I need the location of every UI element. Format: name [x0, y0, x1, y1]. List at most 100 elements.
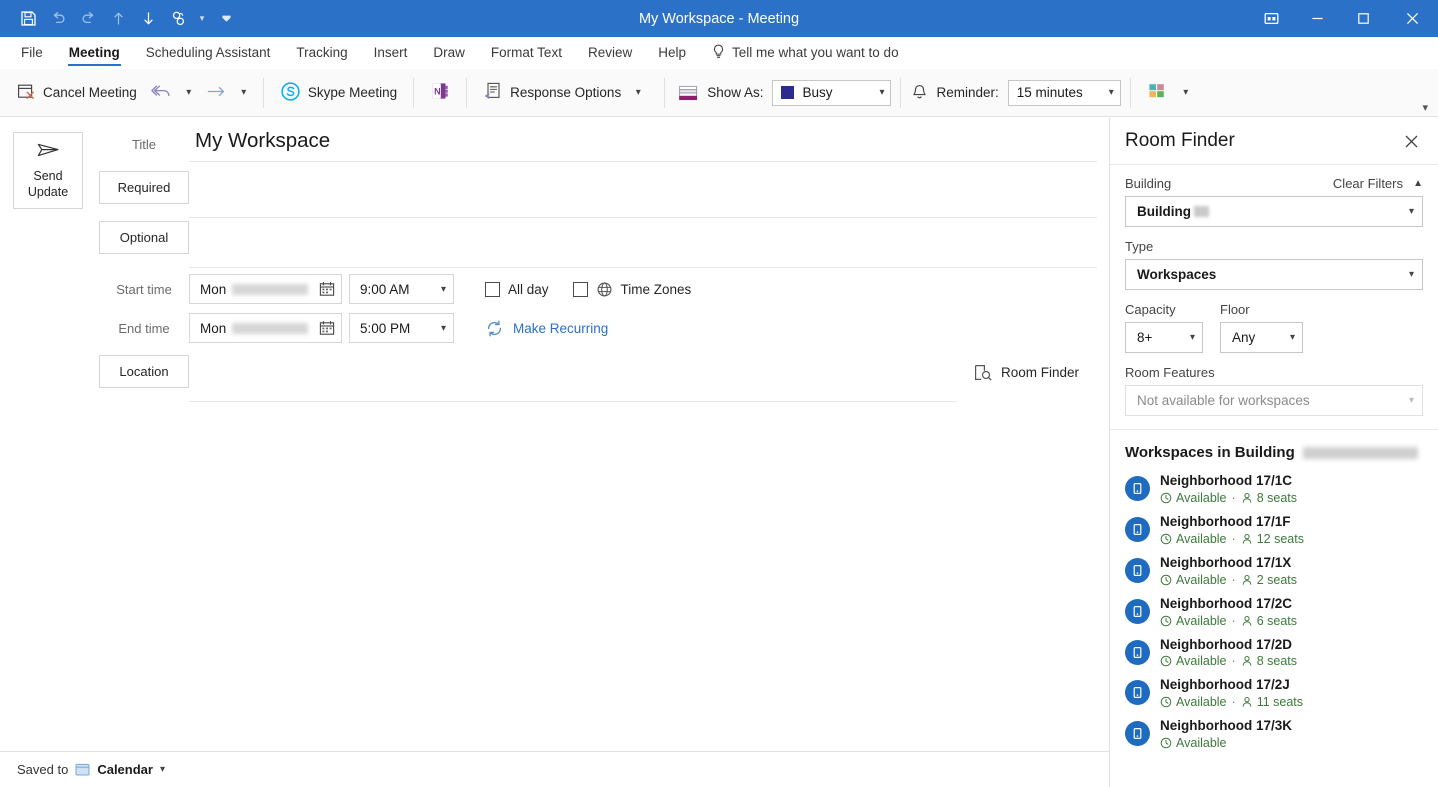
- compose-body: Send Update Title My Workspace Required: [0, 118, 1109, 751]
- end-date-input[interactable]: Mon: [189, 313, 342, 343]
- type-value: Workspaces: [1137, 267, 1217, 282]
- undo-icon[interactable]: [44, 6, 72, 32]
- workspace-name: Neighborhood 17/3K: [1160, 718, 1293, 734]
- all-day-checkbox[interactable]: All day: [485, 281, 549, 297]
- tab-file[interactable]: File: [8, 37, 56, 68]
- field-row-end-time: End time Mon 5:00 PM ▾ Make Recurring: [99, 313, 1097, 343]
- person-icon: [1241, 615, 1253, 627]
- tab-scheduling-assistant[interactable]: Scheduling Assistant: [133, 37, 284, 68]
- workspace-meta: Available · 11 seats: [1160, 695, 1303, 709]
- ribbon-divider: [466, 77, 468, 108]
- workspace-seats: 8 seats: [1256, 490, 1297, 505]
- redo-icon[interactable]: [74, 6, 102, 32]
- required-button[interactable]: Required: [99, 171, 189, 204]
- save-icon[interactable]: [14, 6, 42, 32]
- reminder-value: 15 minutes: [1016, 85, 1083, 100]
- optional-input[interactable]: [189, 221, 1097, 268]
- chevron-up-icon[interactable]: ▲: [1403, 178, 1423, 189]
- calendar-icon[interactable]: [319, 320, 335, 336]
- chevron-down-icon: ▾: [1108, 87, 1114, 98]
- location-input[interactable]: [189, 355, 957, 402]
- reply-button[interactable]: [144, 78, 179, 108]
- ribbon-divider: [262, 77, 264, 108]
- cancel-meeting-icon: [17, 82, 36, 104]
- meeting-notes-button[interactable]: N: [423, 77, 457, 108]
- room-finder-toggle[interactable]: Room Finder: [973, 363, 1079, 382]
- forward-dropdown-icon[interactable]: ▾: [234, 80, 254, 106]
- skype-dropdown-icon[interactable]: ▾: [194, 6, 210, 32]
- clock-icon: [1160, 533, 1172, 545]
- collapse-ribbon-icon[interactable]: ▾: [1422, 101, 1428, 114]
- quick-access-toolbar: ▾: [0, 6, 240, 32]
- show-as-icon: [674, 83, 700, 102]
- close-panel-icon[interactable]: [1398, 128, 1424, 154]
- skype-meeting-button[interactable]: Skype Meeting: [273, 77, 404, 109]
- reply-dropdown-icon[interactable]: ▾: [179, 80, 199, 106]
- type-dropdown[interactable]: Workspaces ▾: [1125, 259, 1423, 290]
- time-zones-checkbox[interactable]: Time Zones: [572, 281, 692, 298]
- reminder-dropdown[interactable]: 15 minutes ▾: [1007, 79, 1121, 106]
- categorize-button[interactable]: ▾: [1140, 76, 1203, 110]
- floor-dropdown[interactable]: Any ▾: [1220, 322, 1303, 353]
- workspace-status: Available: [1176, 613, 1227, 628]
- next-item-icon[interactable]: [134, 6, 162, 32]
- workspace-seats-group: 11 seats: [1241, 695, 1303, 709]
- room-finder-panel: Room Finder Building Clear Filters ▲ Bui…: [1110, 118, 1438, 787]
- tab-draw[interactable]: Draw: [420, 37, 478, 68]
- clear-filters-button[interactable]: Clear Filters: [1333, 176, 1403, 191]
- room-finder-link-label: Room Finder: [1000, 365, 1079, 380]
- response-options-button[interactable]: Response Options ▾: [476, 76, 655, 110]
- required-input[interactable]: [189, 171, 1097, 218]
- send-update-button[interactable]: Send Update: [13, 132, 83, 209]
- categorize-dropdown-icon[interactable]: ▾: [1176, 80, 1196, 106]
- tab-help[interactable]: Help: [645, 37, 699, 68]
- list-item[interactable]: Neighborhood 17/1F Available · 12 seats: [1125, 510, 1438, 551]
- list-item[interactable]: Neighborhood 17/3K Available: [1125, 714, 1438, 755]
- optional-button[interactable]: Optional: [99, 221, 189, 254]
- cancel-meeting-button[interactable]: Cancel Meeting: [10, 78, 144, 108]
- room-finder-header: Room Finder: [1110, 118, 1438, 165]
- title-input[interactable]: My Workspace: [189, 128, 1097, 162]
- busy-color-swatch: [781, 86, 795, 99]
- customize-quick-access-icon[interactable]: [212, 6, 240, 32]
- tab-review[interactable]: Review: [575, 37, 645, 68]
- calendar-icon[interactable]: [319, 281, 335, 297]
- tell-me-search[interactable]: Tell me what you want to do: [699, 37, 912, 68]
- list-item[interactable]: Neighborhood 17/1X Available · 2 seats: [1125, 551, 1438, 592]
- skype-icon[interactable]: [164, 6, 192, 32]
- list-item[interactable]: Neighborhood 17/1C Available · 8 seats: [1125, 469, 1438, 510]
- end-time-input[interactable]: 5:00 PM ▾: [349, 313, 454, 343]
- time-zones-label: Time Zones: [620, 281, 692, 297]
- tab-meeting[interactable]: Meeting: [56, 37, 133, 68]
- tab-format-text[interactable]: Format Text: [478, 37, 575, 68]
- response-options-dropdown-icon[interactable]: ▾: [628, 80, 648, 106]
- location-button[interactable]: Location: [99, 355, 189, 388]
- saved-to-dropdown-icon[interactable]: ▾: [160, 764, 165, 775]
- list-item[interactable]: Neighborhood 17/2J Available · 11 seats: [1125, 673, 1438, 714]
- previous-item-icon[interactable]: [104, 6, 132, 32]
- forward-button[interactable]: [199, 78, 234, 108]
- tab-tracking[interactable]: Tracking: [283, 37, 360, 68]
- workspaces-list[interactable]: Neighborhood 17/1C Available · 8 seats N…: [1110, 469, 1438, 787]
- building-dropdown[interactable]: Building ▾: [1125, 196, 1423, 227]
- maximize-icon[interactable]: [1340, 0, 1386, 37]
- building-label: Building: [1125, 176, 1172, 191]
- make-recurring-button[interactable]: Make Recurring: [485, 319, 608, 338]
- capacity-dropdown[interactable]: 8+ ▾: [1125, 322, 1203, 353]
- list-item[interactable]: Neighborhood 17/2C Available · 6 seats: [1125, 592, 1438, 633]
- capacity-floor-row: Capacity 8+ ▾ Floor Any ▾: [1125, 302, 1423, 353]
- workspace-status: Available: [1176, 695, 1227, 710]
- tab-insert[interactable]: Insert: [361, 37, 421, 68]
- start-time-input[interactable]: 9:00 AM ▾: [349, 274, 454, 304]
- show-as-dropdown[interactable]: Busy ▾: [772, 79, 892, 106]
- start-date-input[interactable]: Mon: [189, 274, 342, 304]
- minimize-icon[interactable]: [1294, 0, 1340, 37]
- workspace-name: Neighborhood 17/2J: [1160, 677, 1290, 693]
- chevron-down-icon: ▾: [1408, 395, 1414, 406]
- calendar-folder-icon: [75, 762, 90, 777]
- floor-value: Any: [1232, 330, 1256, 345]
- close-icon[interactable]: [1386, 0, 1438, 37]
- workspaces-list-heading-redacted: [1302, 446, 1418, 459]
- ribbon-display-options-icon[interactable]: [1248, 0, 1294, 37]
- list-item[interactable]: Neighborhood 17/2D Available · 8 seats: [1125, 633, 1438, 674]
